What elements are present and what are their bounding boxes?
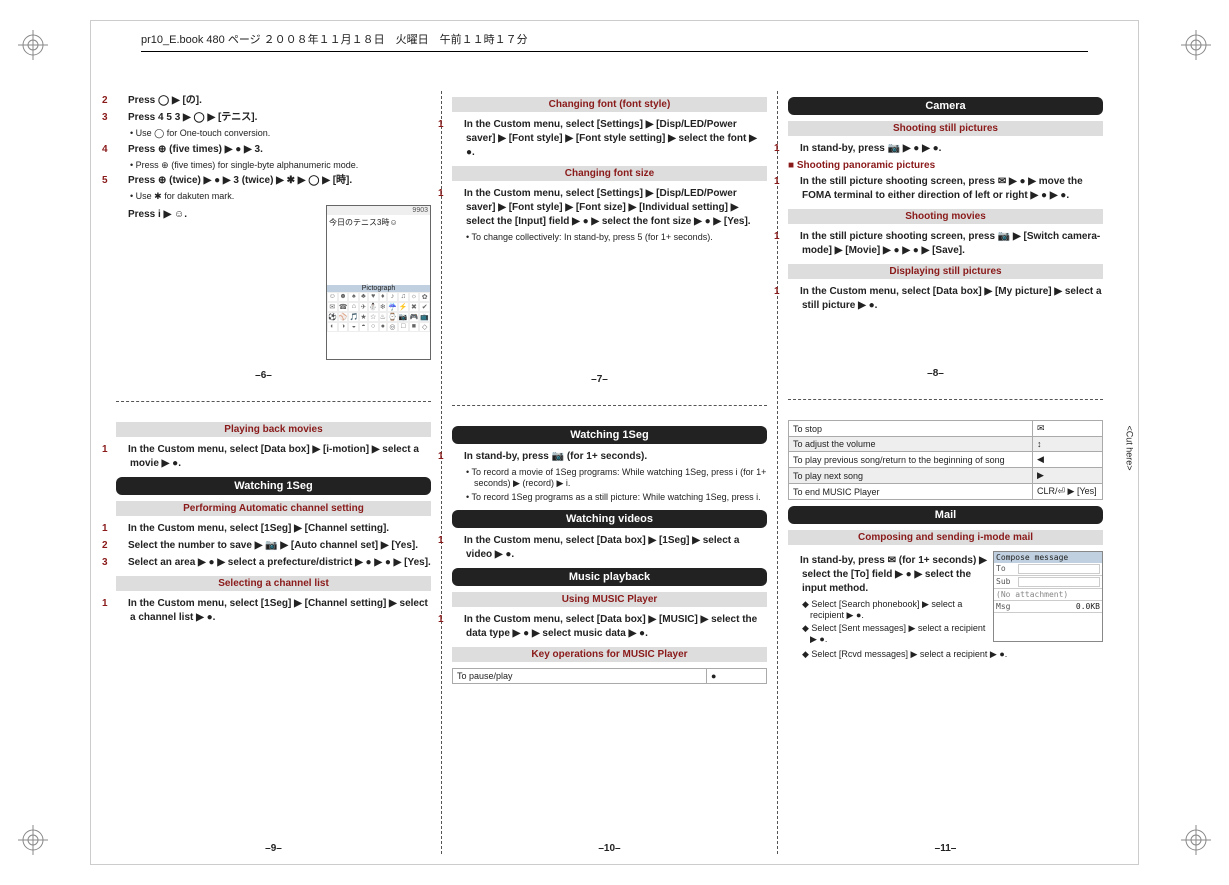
phone-text-line: 今日のテニス3時☺	[327, 215, 430, 230]
step-3: 3Press 4 5 3 ▶ ◯ ▶ [テニス].	[116, 111, 431, 125]
page-7-block: Changing font (font style) 1In the Custo…	[452, 97, 767, 385]
row-divider	[788, 399, 1103, 400]
p9-s1: 1In the Custom menu, select [Data box] ▶…	[116, 443, 431, 471]
page-number-11: –11–	[788, 843, 1103, 854]
column-2: Changing font (font style) 1In the Custo…	[442, 91, 778, 854]
document-header: pr10_E.book 480 ページ ２００８年１１月１８日 火曜日 午前１１…	[141, 31, 1088, 52]
p10-s3: 1In the Custom menu, select [Data box] ▶…	[452, 613, 767, 641]
table-row: To adjust the volume↕	[789, 437, 1103, 452]
step-4-note: • Press ⊕ (five times) for single-byte a…	[116, 160, 431, 172]
compose-title: Compose message	[994, 552, 1102, 563]
page-number-10: –10–	[452, 843, 767, 854]
playing-back-movies-heading: Playing back movies	[116, 422, 431, 437]
pictograph-grid: ☺☻♠♣♥♦♪♫☼✿ ✉☎⌂✈⛄❄☔⚡✖✔ ⚽⚾🎵★☆♨⌚📷🎮📺 ◐◑◒◓○●◎…	[327, 292, 430, 332]
content-columns: 2Press ◯ ▶ [の]. 3Press 4 5 3 ▶ ◯ ▶ [テニス]…	[106, 91, 1113, 854]
watching-1seg-heading: Watching 1Seg	[116, 477, 431, 495]
key-ops-heading: Key operations for MUSIC Player	[452, 647, 767, 662]
page-6-block: 2Press ◯ ▶ [の]. 3Press 4 5 3 ▶ ◯ ▶ [テニス]…	[116, 94, 431, 381]
step-3-note: • Use ◯ for One-touch conversion.	[116, 128, 431, 140]
page-8-block: Camera Shooting still pictures 1In stand…	[788, 97, 1103, 379]
panoramic-subheading: ■ Shooting panoramic pictures	[788, 160, 1103, 171]
column-3: Camera Shooting still pictures 1In stand…	[778, 91, 1113, 854]
compose-sub-label: Sub	[996, 577, 1018, 587]
key-ops-table-partial: To pause/play●	[452, 668, 767, 684]
step-5: 5Press ⊕ (twice) ▶ ● ▶ 3 (twice) ▶ ✱ ▶ ◯…	[116, 174, 431, 188]
p7-s1: 1In the Custom menu, select [Settings] ▶…	[452, 118, 767, 160]
step-5-note: • Use ✱ for dakuten mark.	[116, 191, 431, 203]
p8-s3: 1In the Custom menu, select [Data box] ▶…	[788, 285, 1103, 313]
compose-msg-label: Msg	[996, 602, 1018, 611]
page-9-block: Playing back movies 1In the Custom menu,…	[116, 422, 431, 625]
phone-screenshot: 9903 今日のテニス3時☺ Pictograph ☺☻♠♣♥♦♪♫☼✿ ✉☎⌂…	[326, 205, 431, 360]
auto-channel-heading: Performing Automatic channel setting	[116, 501, 431, 516]
page-number-6: –6–	[116, 370, 411, 381]
compose-sub-field	[1018, 577, 1100, 587]
p8-s1: 1In stand-by, press 📷 ▶ ● ▶ ●.	[788, 142, 1103, 156]
p8-s1b: 1In the still picture shooting screen, p…	[788, 175, 1103, 203]
watching-videos-heading: Watching videos	[452, 510, 767, 528]
column-1: 2Press ◯ ▶ [の]. 3Press 4 5 3 ▶ ◯ ▶ [テニス]…	[106, 91, 442, 854]
compose-to-field	[1018, 564, 1100, 574]
compose-body	[994, 613, 1102, 641]
compose-mail-heading: Composing and sending i-mode mail	[788, 530, 1103, 545]
p7-s2: 1In the Custom menu, select [Settings] ▶…	[452, 187, 767, 229]
p9-s2-1: 1In the Custom menu, select [1Seg] ▶ [Ch…	[116, 522, 431, 536]
page-number-8: –8–	[788, 368, 1083, 379]
registration-mark-icon	[1181, 825, 1211, 855]
select-channel-list-heading: Selecting a channel list	[116, 576, 431, 591]
compose-message-screenshot: Compose message To Sub (No attachment) M…	[993, 551, 1103, 642]
p10-s1: 1In stand-by, press 📷 (for 1+ seconds).	[452, 450, 767, 464]
compose-to-label: To	[996, 564, 1018, 574]
table-row: To stop✉	[789, 421, 1103, 437]
p10-s2: 1In the Custom menu, select [Data box] ▶…	[452, 534, 767, 562]
table-row: To play next song▶	[789, 468, 1103, 484]
shooting-movies-heading: Shooting movies	[788, 209, 1103, 224]
p9-s3: 1In the Custom menu, select [1Seg] ▶ [Ch…	[116, 597, 431, 625]
p10-s1-note2: • To record 1Seg programs as a still pic…	[452, 492, 767, 504]
table-row: To play previous song/return to the begi…	[789, 452, 1103, 468]
using-music-player-heading: Using MUSIC Player	[452, 592, 767, 607]
p9-s2-3: 3Select an area ▶ ● ▶ select a prefectur…	[116, 556, 431, 570]
p10-s1-note1: • To record a movie of 1Seg programs: Wh…	[452, 467, 767, 490]
header-text: pr10_E.book 480 ページ ２００８年１１月１８日 火曜日 午前１１…	[141, 34, 528, 46]
page-11-block: To stop✉ To adjust the volume↕ To play p…	[788, 420, 1103, 660]
camera-heading: Camera	[788, 97, 1103, 115]
displaying-stills-heading: Displaying still pictures	[788, 264, 1103, 279]
pictograph-label: Pictograph	[327, 285, 430, 292]
table-row: To end MUSIC PlayerCLR/⏎ ▶ [Yes]	[789, 484, 1103, 500]
page-number-9: –9–	[116, 843, 431, 854]
step-2: 2Press ◯ ▶ [の].	[116, 94, 431, 108]
key-ops-table: To stop✉ To adjust the volume↕ To play p…	[788, 420, 1103, 500]
registration-mark-icon	[18, 30, 48, 60]
page-number-7: –7–	[452, 374, 747, 385]
registration-mark-icon	[18, 825, 48, 855]
page-frame: pr10_E.book 480 ページ ２００８年１１月１８日 火曜日 午前１１…	[90, 20, 1139, 865]
music-playback-heading: Music playback	[452, 568, 767, 586]
compose-attachment: (No attachment)	[996, 590, 1100, 599]
phone-status: 9903	[412, 207, 428, 214]
cut-here-label: <Cut here>	[1124, 425, 1134, 470]
mail-heading: Mail	[788, 506, 1103, 524]
p9-s2-2: 2Select the number to save ▶ 📷 ▶ [Auto c…	[116, 539, 431, 553]
table-row: To pause/play●	[453, 668, 767, 683]
compose-size: 0.0KB	[1018, 602, 1100, 611]
step-4: 4Press ⊕ (five times) ▶ ● ▶ 3.	[116, 143, 431, 157]
shooting-stills-heading: Shooting still pictures	[788, 121, 1103, 136]
page-10-block: Watching 1Seg 1In stand-by, press 📷 (for…	[452, 426, 767, 684]
p7-s2-note: • To change collectively: In stand-by, p…	[452, 232, 767, 244]
row-divider	[116, 401, 431, 402]
p11-b3: ◆ Select [Rcvd messages] ▶ select a reci…	[788, 649, 1103, 660]
font-style-heading: Changing font (font style)	[452, 97, 767, 112]
p8-s2: 1In the still picture shooting screen, p…	[788, 230, 1103, 258]
font-size-heading: Changing font size	[452, 166, 767, 181]
row-divider	[452, 405, 767, 406]
watching-1seg-heading-10: Watching 1Seg	[452, 426, 767, 444]
registration-mark-icon	[1181, 30, 1211, 60]
